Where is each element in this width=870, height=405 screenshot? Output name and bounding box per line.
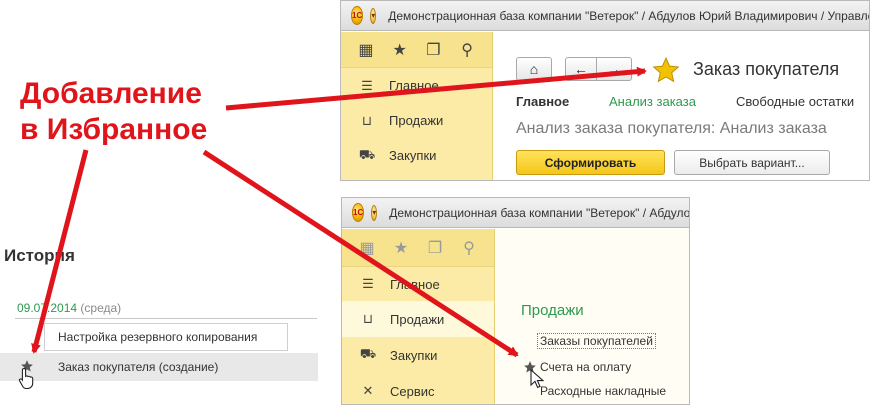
sidebar-item-label: Закупки bbox=[390, 347, 438, 363]
sidebar-item-service[interactable]: ✕ Сервис bbox=[342, 373, 494, 404]
sidebar-item-purchases[interactable]: ⛟ Закупки bbox=[341, 138, 492, 173]
app-window-top: 1С ▾ Демонстрационная база компании "Вет… bbox=[340, 0, 870, 181]
sidebar-toolbar: ▦ ★ ❐ ⚲ bbox=[341, 32, 492, 68]
sidebar-item-main[interactable]: ☰ Главное bbox=[342, 267, 494, 301]
sidebar: ▦ ★ ❐ ⚲ ☰ Главное ⊔ Продажи ⛟ Закупки ✕ … bbox=[342, 229, 495, 404]
history-title: История bbox=[4, 246, 75, 265]
grid-icon[interactable]: ▦ bbox=[356, 238, 378, 258]
window-title: Демонстрационная база компании "Ветерок"… bbox=[389, 205, 689, 220]
sidebar-item-purchases[interactable]: ⛟ Закупки bbox=[342, 337, 494, 373]
hand-cursor-icon bbox=[18, 367, 34, 389]
history-icon[interactable]: ❐ bbox=[422, 40, 444, 60]
sidebar-item-label: Сервис bbox=[390, 383, 435, 399]
callout-line-1: Добавление bbox=[20, 77, 202, 110]
app-window-bottom: 1С ▾ Демонстрационная база компании "Вет… bbox=[341, 197, 690, 405]
app-logo: 1С bbox=[351, 6, 364, 25]
history-divider bbox=[15, 318, 317, 319]
history-panel: История 09.07.2014 (среда) Настройка рез… bbox=[0, 240, 320, 405]
history-date-line: 09.07.2014 (среда) bbox=[17, 301, 121, 315]
arrow-right-icon: → bbox=[607, 61, 621, 77]
tools-icon: ✕ bbox=[362, 383, 374, 398]
basket-icon: ⊔ bbox=[361, 112, 373, 128]
window-title: Демонстрационная база компании "Ветерок"… bbox=[388, 8, 869, 23]
title-bar: 1С ▾ Демонстрационная база компании "Вет… bbox=[342, 198, 689, 228]
history-item-order[interactable]: Заказ покупателя (создание) bbox=[0, 353, 318, 389]
link-invoices[interactable]: Счета на оплату bbox=[540, 360, 631, 374]
report-title: Анализ заказа покупателя: Анализ заказа bbox=[516, 120, 827, 137]
sidebar-toolbar: ▦ ★ ❐ ⚲ bbox=[342, 229, 494, 267]
content-area: Продажи Заказы покупателей Счета на опла… bbox=[496, 229, 689, 404]
arrow-left-icon: ← bbox=[574, 61, 588, 77]
sidebar-item-sales[interactable]: ⊔ Продажи bbox=[342, 301, 494, 337]
callout-text: Добавление в Избранное bbox=[20, 76, 207, 148]
sidebar-item-sales[interactable]: ⊔ Продажи bbox=[341, 103, 492, 138]
tab-order-analysis[interactable]: Анализ заказа bbox=[609, 94, 696, 109]
grid-icon[interactable]: ▦ bbox=[355, 40, 377, 60]
sidebar-item-label: Продажи bbox=[390, 311, 445, 327]
app-logo: 1С bbox=[352, 203, 365, 222]
star-icon[interactable] bbox=[652, 56, 680, 84]
title-bar: 1С ▾ Демонстрационная база компании "Вет… bbox=[341, 1, 869, 31]
forward-button[interactable]: → bbox=[597, 57, 632, 81]
basket-icon: ⊔ bbox=[362, 311, 374, 326]
main-menu-button[interactable]: ▾ bbox=[371, 204, 378, 221]
callout-line-2: в Избранное bbox=[20, 113, 208, 146]
menu-icon: ☰ bbox=[362, 276, 374, 291]
history-date: 09.07.2014 bbox=[17, 301, 78, 315]
link-sales-invoices[interactable]: Расходные накладные bbox=[540, 384, 666, 398]
main-menu-button[interactable]: ▾ bbox=[370, 7, 377, 24]
sidebar-item-label: Закупки bbox=[389, 148, 437, 163]
history-item-label: Настройка резервного копирования bbox=[58, 330, 258, 344]
sidebar-item-main[interactable]: ☰ Главное bbox=[341, 68, 492, 103]
home-icon: ⌂ bbox=[529, 61, 539, 77]
section-title: Продажи bbox=[521, 302, 584, 319]
star-icon[interactable]: ★ bbox=[389, 40, 411, 60]
home-button[interactable]: ⌂ bbox=[516, 57, 552, 81]
sidebar-item-label: Главное bbox=[390, 276, 440, 292]
search-icon[interactable]: ⚲ bbox=[458, 238, 480, 258]
sidebar-item-label: Продажи bbox=[389, 113, 444, 128]
history-weekday: (среда) bbox=[80, 301, 122, 315]
generate-button[interactable]: Сформировать bbox=[516, 150, 665, 175]
choose-variant-button[interactable]: Выбрать вариант... bbox=[674, 150, 830, 175]
menu-icon: ☰ bbox=[361, 77, 373, 93]
history-item-backup[interactable]: Настройка резервного копирования bbox=[0, 323, 318, 351]
link-customer-orders[interactable]: Заказы покупателей bbox=[537, 333, 656, 349]
history-icon[interactable]: ❐ bbox=[424, 238, 446, 258]
history-item-label: Заказ покупателя (создание) bbox=[58, 360, 219, 374]
tab-free-stock[interactable]: Свободные остатки bbox=[736, 94, 854, 109]
search-icon[interactable]: ⚲ bbox=[456, 40, 478, 60]
page-title: Заказ покупателя bbox=[693, 59, 840, 79]
tab-main[interactable]: Главное bbox=[516, 94, 569, 109]
sidebar-item-label: Главное bbox=[389, 78, 439, 93]
back-button[interactable]: ← bbox=[565, 57, 597, 81]
star-icon[interactable]: ★ bbox=[390, 238, 412, 258]
cart-icon: ⛟ bbox=[358, 146, 376, 162]
sidebar: ▦ ★ ❐ ⚲ ☰ Главное ⊔ Продажи ⛟ Закупки bbox=[341, 32, 493, 180]
cart-icon: ⛟ bbox=[359, 346, 377, 361]
